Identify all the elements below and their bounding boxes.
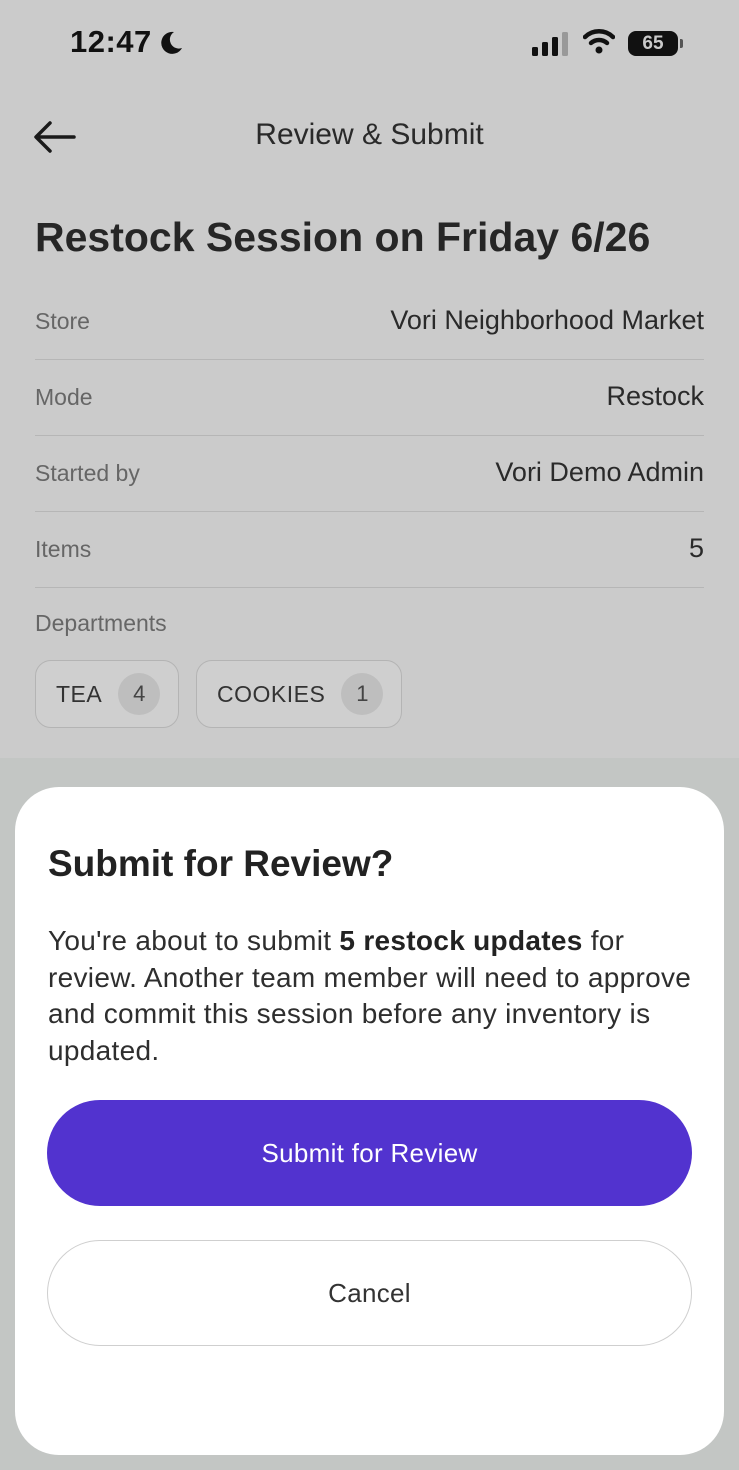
- detail-row-items: Items 5: [35, 512, 704, 588]
- department-chip-tea[interactable]: TEA 4: [35, 660, 180, 728]
- screen: 12:47 65 Review & Submit Restock Session…: [0, 0, 739, 1470]
- nav-title: Review & Submit: [255, 118, 484, 151]
- detail-value: Vori Neighborhood Market: [390, 305, 704, 335]
- submit-for-review-button[interactable]: Submit for Review: [47, 1100, 692, 1206]
- detail-row-started-by: Started by Vori Demo Admin: [35, 436, 704, 512]
- detail-value: Restock: [606, 381, 704, 411]
- detail-label: Mode: [35, 384, 93, 410]
- detail-value: Vori Demo Admin: [495, 457, 704, 487]
- detail-value: 5: [688, 533, 704, 563]
- moon-icon: [161, 31, 182, 54]
- dialog-message: You're about to submit 5 restock updates…: [48, 923, 698, 1069]
- session-title: Restock Session on Friday 6/26: [35, 214, 651, 260]
- chip-count-badge: 1: [341, 673, 384, 715]
- wifi-icon: [583, 29, 615, 54]
- detail-row-store: Store Vori Neighborhood Market: [35, 284, 704, 360]
- detail-row-mode: Mode Restock: [35, 360, 704, 436]
- detail-label: Started by: [35, 460, 140, 486]
- chip-label: COOKIES: [217, 680, 326, 707]
- status-bar: 12:47 65: [0, 0, 739, 90]
- detail-label: Items: [35, 536, 92, 562]
- status-time: 12:47: [70, 24, 152, 59]
- submit-dialog: Submit for Review? You're about to submi…: [15, 787, 724, 1455]
- chip-label: TEA: [56, 680, 103, 707]
- department-chip-cookies[interactable]: COOKIES 1: [196, 660, 403, 728]
- dialog-title: Submit for Review?: [48, 843, 394, 884]
- dialog-message-start: You're about to submit: [48, 925, 340, 956]
- dialog-message-highlight: 5 restock updates: [339, 925, 583, 956]
- detail-label: Store: [35, 308, 90, 334]
- battery-icon: 65: [628, 31, 683, 56]
- cancel-button[interactable]: Cancel: [47, 1240, 692, 1346]
- departments-label: Departments: [35, 610, 167, 636]
- chip-count-badge: 4: [118, 673, 161, 715]
- cellular-signal-icon: [532, 32, 568, 56]
